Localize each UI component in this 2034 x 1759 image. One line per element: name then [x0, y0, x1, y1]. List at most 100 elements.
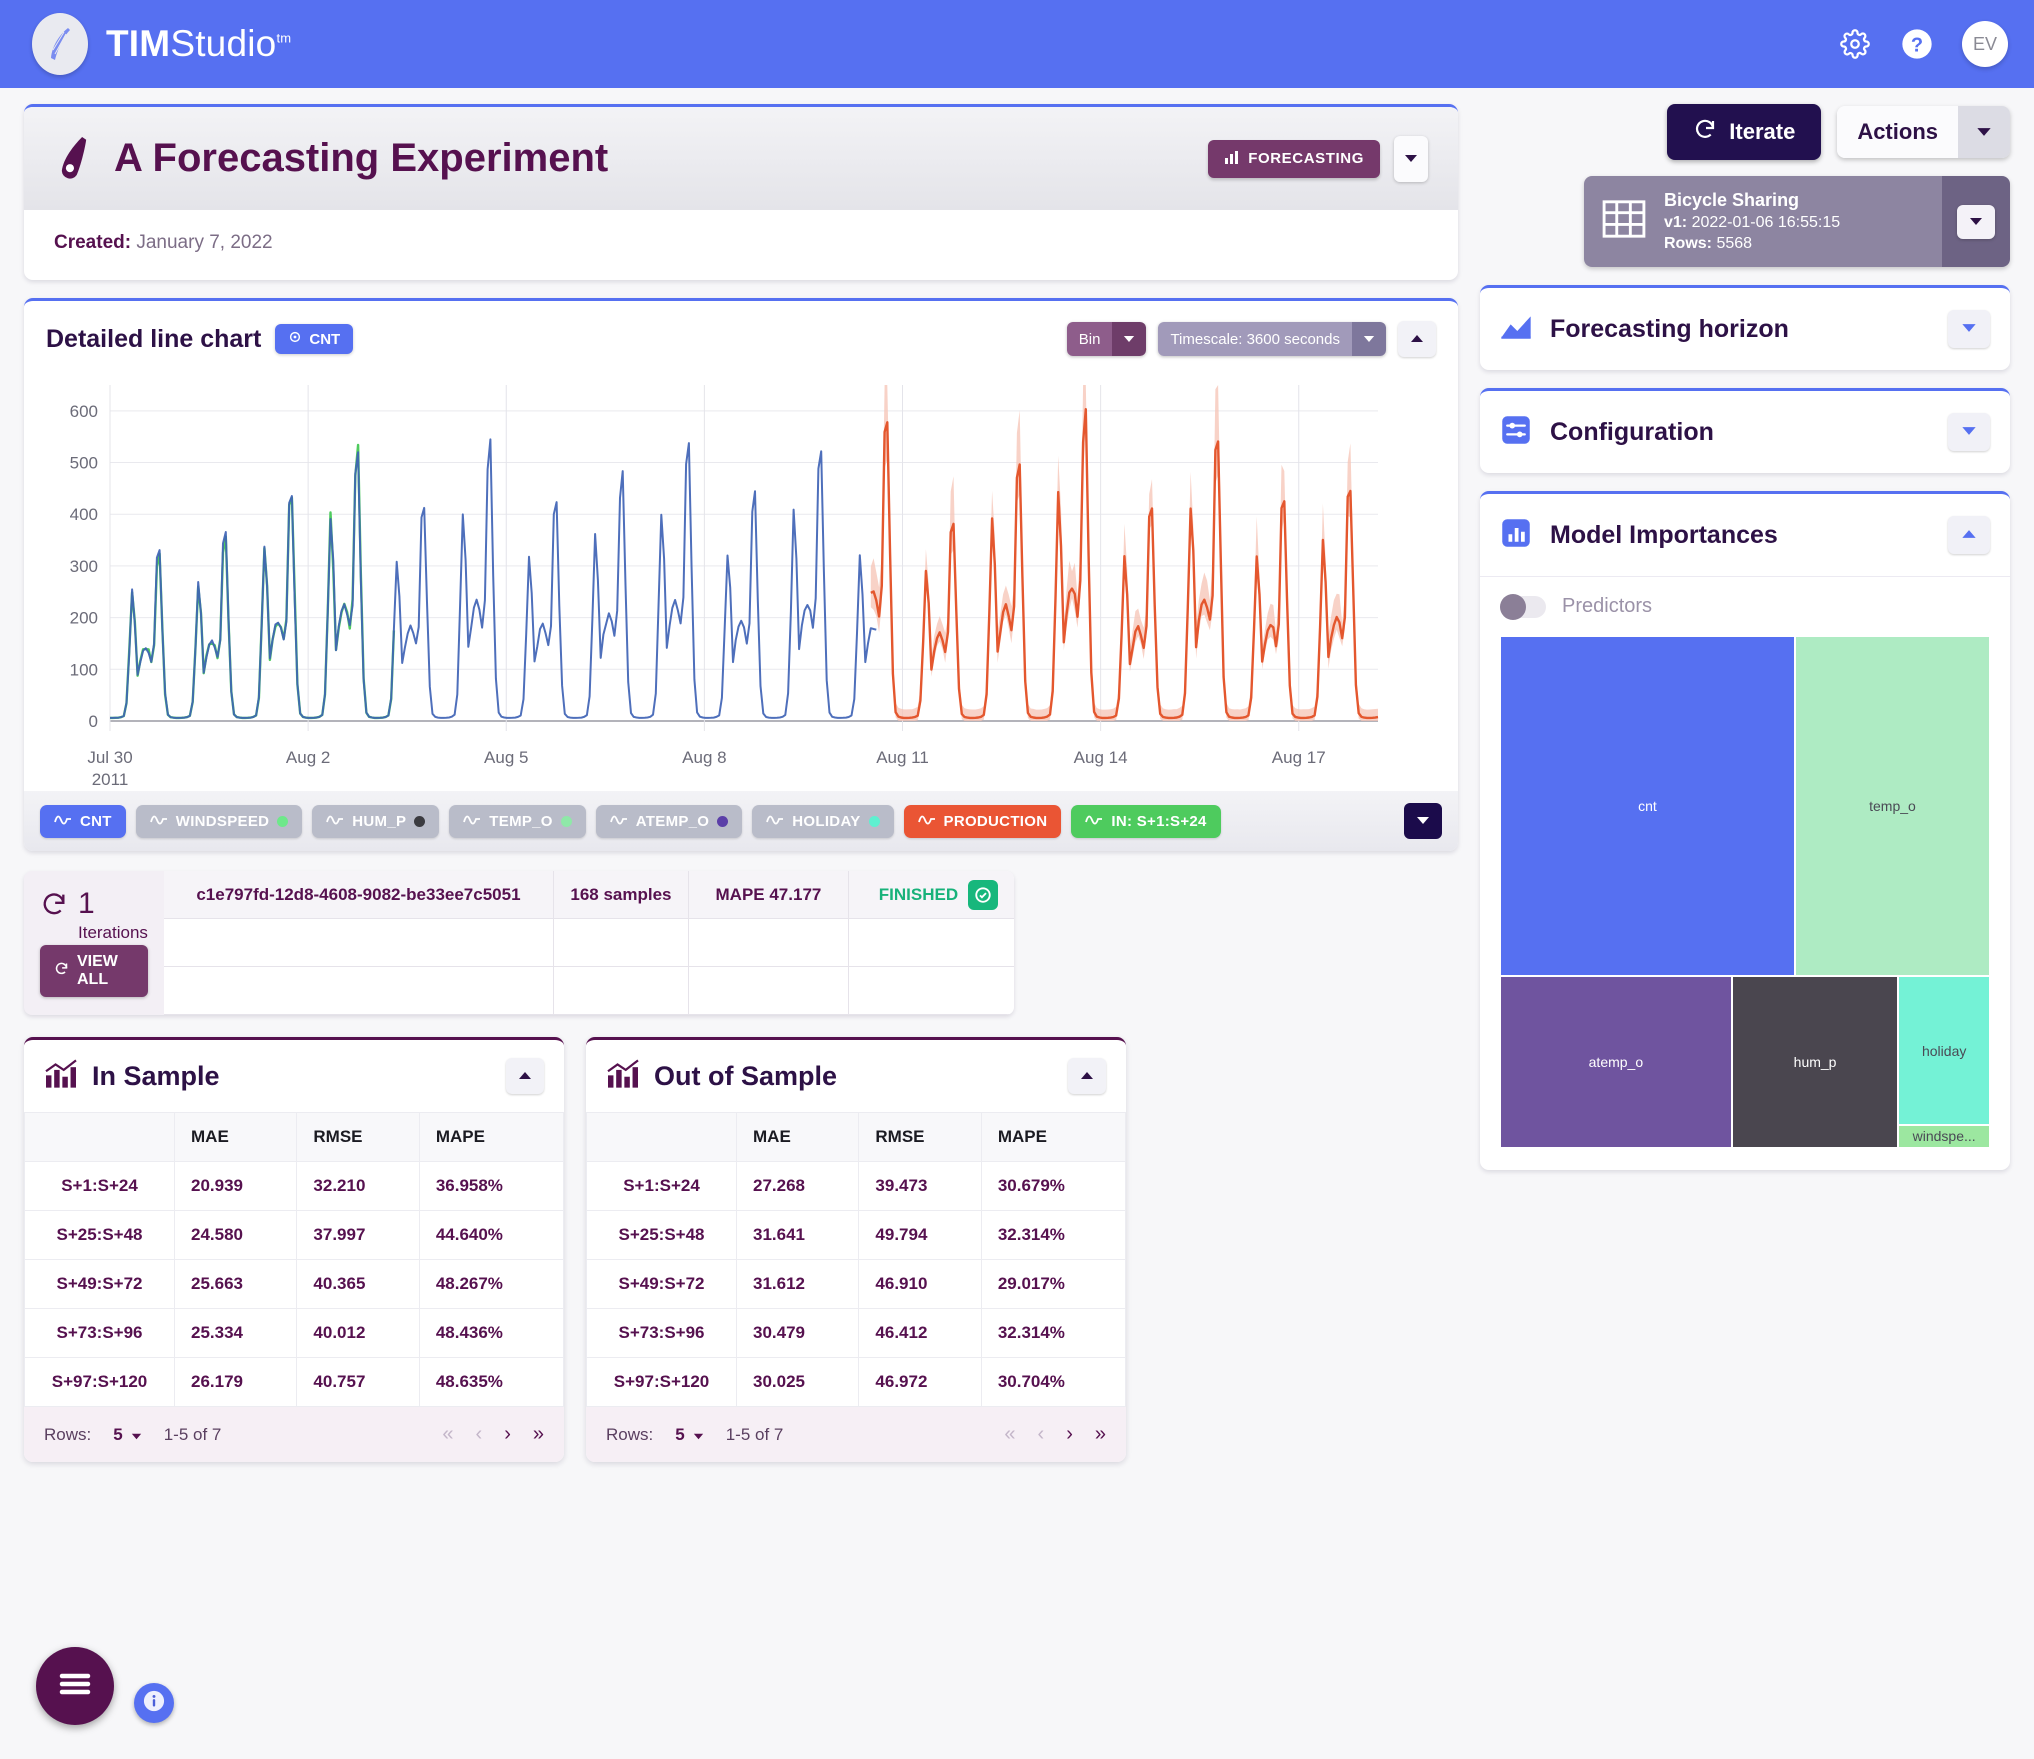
column-header-mae: MAE [173, 1112, 298, 1162]
metric-value: 31.612 [735, 1259, 860, 1309]
panel-forecasting-horizon-header[interactable]: Forecasting horizon [1480, 288, 2010, 370]
table-row[interactable]: S+25:S+48 31.641 49.794 32.314% [586, 1210, 1126, 1260]
metric-value: 32.314% [980, 1210, 1126, 1260]
treemap-tile-label: windspe... [1912, 1128, 1976, 1145]
metric-value: 49.794 [858, 1210, 982, 1260]
svg-text:300: 300 [70, 557, 98, 576]
out-of-sample-collapse-button[interactable] [1068, 1058, 1106, 1094]
sidebar: Iterate Actions Bicycle Sharing v1: 2022… [1480, 104, 2010, 1462]
question-circle-icon[interactable]: ? [1900, 27, 1934, 61]
table-row[interactable] [163, 919, 1014, 967]
predictors-toggle[interactable] [1500, 593, 1546, 620]
first-page-icon[interactable]: « [1004, 1423, 1015, 1446]
table-row[interactable]: S+97:S+120 26.179 40.757 48.635% [24, 1357, 564, 1407]
table-row[interactable] [163, 967, 1014, 1015]
last-page-icon[interactable]: » [1095, 1423, 1106, 1446]
treemap-tile-cnt[interactable]: cnt [1500, 636, 1795, 977]
table-row[interactable]: S+25:S+48 24.580 37.997 44.640% [24, 1210, 564, 1260]
table-row[interactable]: S+1:S+24 20.939 32.210 36.958% [24, 1161, 564, 1211]
legend-chip-holiday[interactable]: HOLIDAY [752, 804, 894, 838]
dataset-chip[interactable]: Bicycle Sharing v1: 2022-01-06 16:55:15 … [1584, 176, 2010, 267]
legend-chip-dot [277, 815, 289, 827]
view-all-button[interactable]: VIEW ALL [40, 945, 148, 997]
table-row[interactable]: S+1:S+24 27.268 39.473 30.679% [586, 1161, 1126, 1211]
gear-icon[interactable] [1838, 27, 1872, 61]
panel-toggle-button[interactable] [1948, 516, 1990, 554]
panel-toggle-button[interactable] [1948, 413, 1990, 451]
prev-page-icon[interactable]: ‹ [476, 1423, 483, 1446]
treemap-tile-atemp_o[interactable]: atemp_o [1500, 976, 1732, 1148]
svg-text:Aug 14: Aug 14 [1074, 748, 1128, 767]
legend-chip-temp-o[interactable]: TEMP_O [449, 804, 586, 838]
legend-chip-cnt[interactable]: CNT [40, 804, 126, 838]
actions-button[interactable]: Actions [1837, 106, 2010, 158]
chart-target-label: CNT [309, 330, 341, 348]
table-row[interactable]: S+49:S+72 25.663 40.365 48.267% [24, 1259, 564, 1309]
table-row[interactable]: S+73:S+96 25.334 40.012 48.436% [24, 1308, 564, 1358]
out-of-sample-header: Out of Sample [586, 1040, 1126, 1112]
prev-page-icon[interactable]: ‹ [1038, 1423, 1045, 1446]
last-page-icon[interactable]: » [533, 1423, 544, 1446]
legend-chip-dot [868, 815, 880, 827]
chart-collapse-button[interactable] [1398, 321, 1436, 357]
treemap-tile-holiday[interactable]: holiday [1898, 976, 1990, 1125]
chevron-up-icon [518, 1067, 532, 1085]
toggle-knob [1500, 593, 1526, 620]
chevron-down-icon [693, 1425, 704, 1445]
chevron-up-icon [1961, 526, 1977, 544]
in-sample-collapse-button[interactable] [506, 1058, 544, 1094]
legend-more-button[interactable] [1404, 803, 1442, 839]
treemap-tile-label: holiday [1921, 1042, 1967, 1059]
legend-chip-hum-p[interactable]: HUM_P [312, 804, 440, 838]
experiment-type-badge[interactable]: FORECASTING [1208, 139, 1380, 178]
predictors-label: Predictors [1562, 595, 1653, 617]
svg-text:400: 400 [70, 505, 98, 524]
svg-text:500: 500 [70, 454, 98, 473]
feather-egg-logo-icon [32, 13, 88, 75]
panel-toggle-button[interactable] [1948, 310, 1990, 348]
next-page-icon[interactable]: › [504, 1423, 511, 1446]
in-sample-pager: Rows: 5 1-5 of 7 « ‹ › » [24, 1407, 564, 1462]
treemap-tile-windspe[interactable]: windspe... [1898, 1124, 1990, 1148]
out-of-sample-rows-select[interactable]: 5 [675, 1425, 703, 1445]
dataset-rows-label: Rows: [1664, 235, 1712, 252]
floating-info-button[interactable] [134, 1683, 174, 1723]
treemap-tile-temp_o[interactable]: temp_o [1794, 636, 1990, 977]
table-row[interactable]: c1e797fd-12d8-4608-9082-be33ee7c5051 168… [163, 871, 1014, 919]
svg-text:600: 600 [70, 402, 98, 421]
table-row[interactable]: S+97:S+120 30.025 46.972 30.704% [586, 1357, 1126, 1407]
first-page-icon[interactable]: « [442, 1423, 453, 1446]
legend-chip-atemp-o[interactable]: ATEMP_O [595, 804, 743, 838]
legend-chip-label: PRODUCTION [943, 812, 1048, 830]
treemap-tile-hum_p[interactable]: hum_p [1731, 976, 1899, 1148]
next-page-icon[interactable]: › [1066, 1423, 1073, 1446]
panel-configuration-header[interactable]: Configuration [1480, 391, 2010, 473]
legend-chip-production[interactable]: PRODUCTION [903, 804, 1062, 838]
status-badge: FINISHED [878, 884, 959, 904]
avatar[interactable]: EV [1962, 21, 2008, 67]
experiment-type-label: FORECASTING [1248, 150, 1364, 167]
experiment-menu-button[interactable] [1394, 135, 1428, 182]
chart-target-pill[interactable]: CNT [275, 324, 354, 354]
out-of-sample-card: Out of Sample MAE RMSE MAPE S+1:S+24 27.268… [586, 1037, 1126, 1462]
legend-chip-in-s-1-s-24[interactable]: IN: S+1:S+24 [1071, 804, 1221, 838]
metric-value: 31.641 [735, 1210, 860, 1260]
timescale-select[interactable]: Timescale: 3600 seconds [1158, 322, 1386, 356]
panel-model-importances-header[interactable]: Model Importances [1480, 494, 2010, 576]
bin-select[interactable]: Bin [1066, 322, 1147, 356]
empty-cell [689, 967, 849, 1014]
legend-chip-windspeed[interactable]: WINDSPEED [135, 804, 303, 838]
panel-title: Model Importances [1550, 520, 1778, 549]
brand-logo[interactable]: TIMStudiotm [32, 13, 291, 75]
in-sample-rows-select[interactable]: 5 [113, 1425, 141, 1445]
experiment-title-group: A Forecasting Experiment [54, 133, 608, 184]
table-row[interactable]: S+49:S+72 31.612 46.910 29.017% [586, 1259, 1126, 1309]
table-row[interactable]: S+73:S+96 30.479 46.412 32.314% [586, 1308, 1126, 1358]
out-of-sample-pager-buttons: « ‹ › » [1004, 1423, 1106, 1446]
chart-toolbar: Detailed line chart CNT Bin Timescale: 3… [24, 301, 1458, 371]
metric-value: 25.663 [173, 1259, 298, 1309]
floating-menu-button[interactable] [36, 1647, 114, 1725]
dataset-menu-button[interactable] [1957, 204, 1995, 239]
iterate-button[interactable]: Iterate [1667, 104, 1822, 160]
chart-title: Detailed line chart [46, 324, 262, 353]
